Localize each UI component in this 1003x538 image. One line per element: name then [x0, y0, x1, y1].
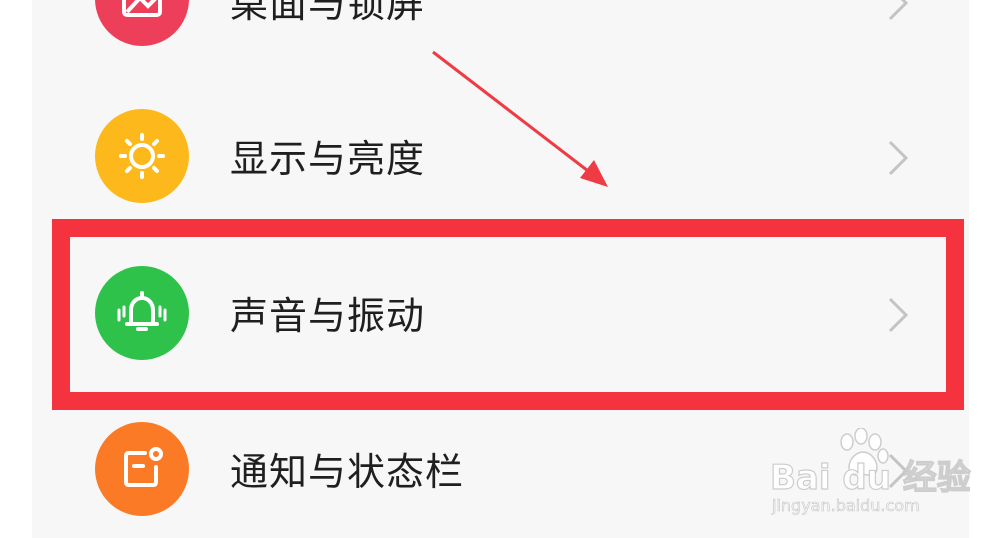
chevron-right-icon — [888, 0, 909, 21]
sun-icon — [119, 133, 165, 179]
screen: 桌面与锁屏 显示与亮度 声音与振动 通知与状态栏 Bai du 经验 jingy… — [0, 0, 1003, 538]
desktop-lockscreen-icon-circle — [95, 0, 189, 46]
notification-statusbar-icon-circle — [95, 422, 189, 516]
settings-item-label: 显示与亮度 — [230, 137, 426, 181]
chevron-right-icon — [888, 140, 909, 176]
display-brightness-icon-circle — [95, 109, 189, 203]
notification-icon — [124, 447, 163, 487]
settings-item-label: 通知与状态栏 — [230, 450, 465, 494]
baidu-watermark: Bai du 经验 jingyan.baidu.com — [769, 428, 971, 520]
watermark-brand: Bai du 经验 — [769, 457, 971, 498]
highlight-border — [52, 219, 964, 410]
settings-item-display-brightness[interactable]: 显示与亮度 — [32, 97, 969, 217]
watermark-url: jingyan.baidu.com — [772, 496, 920, 516]
settings-item-desktop-lockscreen[interactable]: 桌面与锁屏 — [32, 0, 969, 60]
highlight-box — [52, 219, 964, 410]
settings-item-label: 桌面与锁屏 — [230, 0, 426, 26]
image-icon — [122, 0, 162, 17]
